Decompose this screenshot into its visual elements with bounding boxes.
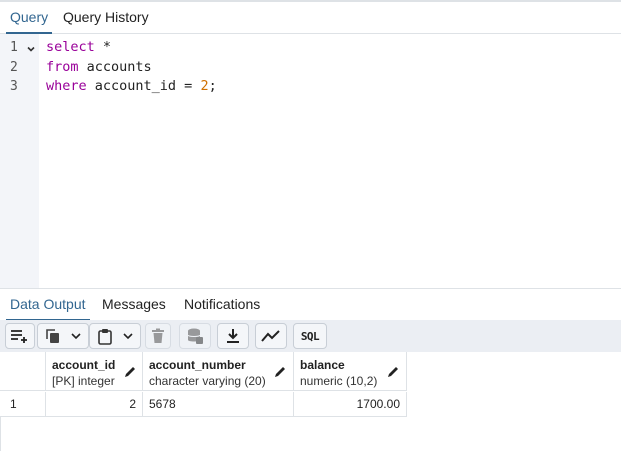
chevron-down-icon[interactable] bbox=[71, 332, 81, 340]
sql-text: * bbox=[94, 39, 112, 55]
sql-text: accounts bbox=[78, 59, 152, 75]
result-grid: account_id [PK] integer account_number c… bbox=[0, 352, 621, 451]
copy-button[interactable] bbox=[37, 323, 89, 349]
code-line: where account_id = 2; bbox=[46, 78, 217, 94]
editor-tab-bar: Query Query History bbox=[0, 2, 621, 34]
tab-query[interactable]: Query bbox=[6, 2, 53, 34]
fold-chevron-icon[interactable] bbox=[27, 45, 35, 53]
copy-icon bbox=[46, 329, 59, 343]
line-chart-icon bbox=[261, 330, 280, 342]
tab-messages[interactable]: Messages bbox=[98, 289, 170, 320]
code-line: select * bbox=[46, 39, 111, 55]
column-header-account-number[interactable]: account_number character varying (20) bbox=[143, 352, 294, 391]
line-number: 3 bbox=[10, 79, 18, 94]
edit-pencil-icon[interactable] bbox=[386, 365, 400, 379]
sql-keyword: where bbox=[46, 78, 87, 94]
data-output-toolbar: SQL bbox=[0, 320, 621, 352]
sql-editor[interactable]: 1 2 3 select * from accounts where accou… bbox=[0, 34, 621, 288]
column-name: account_number bbox=[149, 358, 246, 372]
save-data-button[interactable] bbox=[179, 323, 211, 349]
table-cell[interactable]: 5678 bbox=[143, 392, 294, 417]
line-number: 2 bbox=[10, 60, 18, 75]
sql-text: ; bbox=[208, 78, 217, 94]
download-button[interactable] bbox=[217, 323, 249, 349]
edit-pencil-icon[interactable] bbox=[273, 365, 287, 379]
line-number: 1 bbox=[10, 40, 18, 55]
tab-notifications[interactable]: Notifications bbox=[180, 289, 264, 320]
output-tab-bar: Data Output Messages Notifications bbox=[0, 288, 621, 321]
column-type: numeric (10,2) bbox=[300, 374, 378, 388]
delete-button[interactable] bbox=[145, 323, 171, 349]
column-type: [PK] integer bbox=[52, 374, 115, 388]
column-type: character varying (20) bbox=[149, 374, 266, 388]
sql-keyword: from bbox=[46, 59, 79, 75]
line-number-gutter: 1 2 3 bbox=[0, 34, 39, 288]
sql-text: account_id = bbox=[86, 78, 201, 94]
sql-button[interactable]: SQL bbox=[293, 323, 327, 349]
row-number[interactable]: 1 bbox=[0, 392, 46, 417]
grid-left-border bbox=[0, 417, 1, 451]
download-icon bbox=[227, 329, 239, 343]
tab-query-history[interactable]: Query History bbox=[59, 2, 153, 33]
trash-icon bbox=[152, 328, 164, 343]
column-header-balance[interactable]: balance numeric (10,2) bbox=[294, 352, 407, 391]
column-name: account_id bbox=[52, 358, 116, 372]
paste-icon bbox=[98, 328, 112, 345]
database-save-icon bbox=[187, 328, 203, 344]
tab-data-output[interactable]: Data Output bbox=[6, 289, 90, 321]
sql-icon: SQL bbox=[300, 329, 320, 343]
chevron-down-icon[interactable] bbox=[123, 332, 133, 340]
add-row-icon bbox=[11, 330, 27, 343]
sql-number: 2 bbox=[200, 78, 209, 94]
table-cell[interactable]: 1700.00 bbox=[294, 392, 407, 417]
code-line: from accounts bbox=[46, 59, 152, 75]
table-cell[interactable]: 2 bbox=[46, 392, 143, 417]
column-header-account-id[interactable]: account_id [PK] integer bbox=[46, 352, 143, 391]
edit-pencil-icon[interactable] bbox=[123, 365, 137, 379]
graph-visualiser-button[interactable] bbox=[255, 323, 287, 349]
grid-corner-cell[interactable] bbox=[0, 352, 46, 391]
add-row-button[interactable] bbox=[5, 323, 35, 349]
paste-button[interactable] bbox=[89, 323, 141, 349]
sql-keyword: select bbox=[46, 39, 95, 55]
column-name: balance bbox=[300, 358, 345, 372]
